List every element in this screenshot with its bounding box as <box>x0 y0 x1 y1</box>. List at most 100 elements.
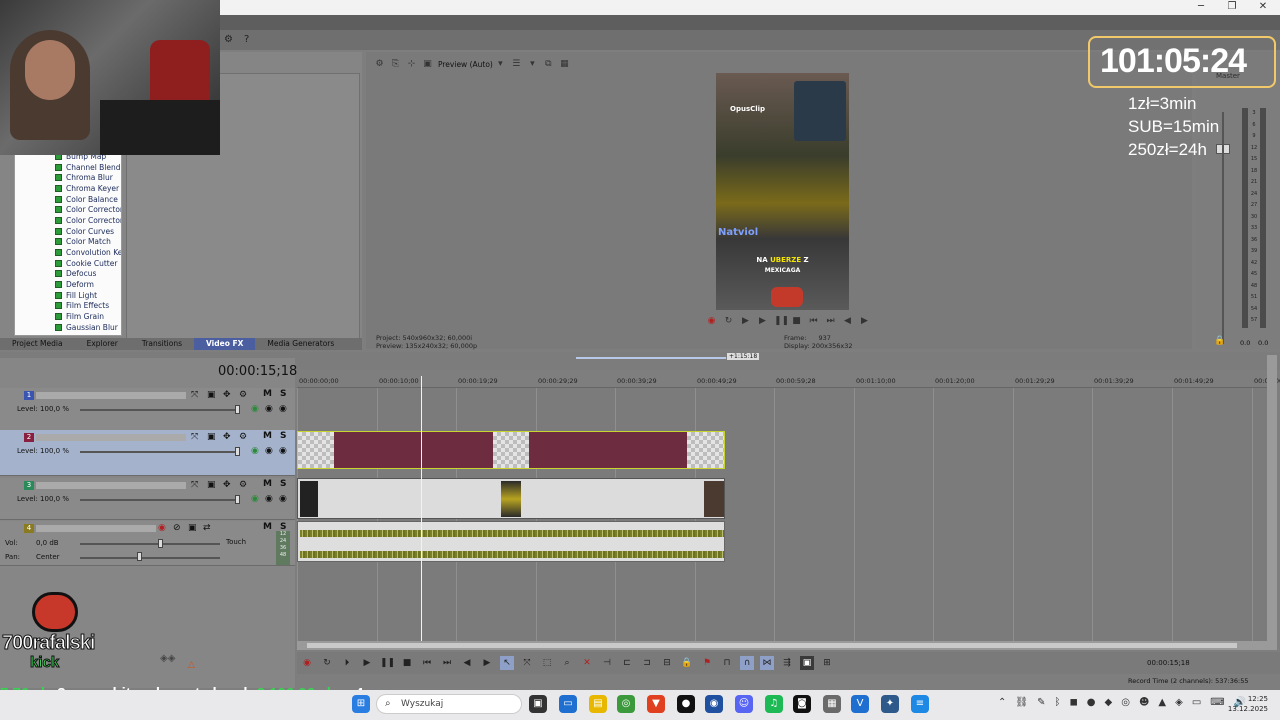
level-slider[interactable] <box>80 499 240 501</box>
minimize-button[interactable]: ─ <box>1186 0 1216 15</box>
track-name-field[interactable] <box>36 525 156 532</box>
level-handle[interactable] <box>235 405 240 414</box>
tray-app-icon[interactable]: ▲ <box>1158 697 1166 708</box>
fx-list-item[interactable]: Gaussian Blur <box>15 322 121 333</box>
fx-list-item[interactable]: Defocus <box>15 269 121 280</box>
bypass-icon[interactable]: ◉ <box>265 446 273 456</box>
fx-list-item[interactable]: Color Curves <box>15 226 121 237</box>
tray-app-icon[interactable]: ☻ <box>1139 697 1149 708</box>
zoom-bar[interactable] <box>576 357 726 359</box>
obs-icon[interactable]: ● <box>677 695 695 713</box>
help-icon[interactable]: ? <box>244 34 249 45</box>
automation-icon[interactable]: ✥ <box>223 432 231 442</box>
snapping-icon[interactable]: ∩ <box>740 656 754 670</box>
audio-track-header[interactable]: 4 ◉ ⊘ ▣ ⇄ M S Vol: 0,0 dB Touch Pan: Cen… <box>0 521 295 566</box>
track-motion-icon[interactable]: ⤧ <box>191 432 198 442</box>
scrub-control-icon[interactable]: ◈◈ <box>160 653 175 664</box>
vegas-icon[interactable]: V <box>851 695 869 713</box>
region-icon[interactable]: ⊓ <box>720 656 734 670</box>
solo-button[interactable]: S <box>280 431 286 441</box>
chrome-icon[interactable]: ◎ <box>617 695 635 713</box>
split-screen-icon[interactable]: ⊹ <box>406 59 417 70</box>
start-icon[interactable]: ⊞ <box>352 695 370 713</box>
pen-icon[interactable]: ✎ <box>1037 697 1045 708</box>
external-monitor-icon[interactable]: ⧉ <box>543 59 554 70</box>
streaming-app-icon[interactable]: ◙ <box>793 695 811 713</box>
spotify-icon[interactable]: ♫ <box>765 695 783 713</box>
tray-app-icon[interactable]: ● <box>1087 697 1096 708</box>
copy-frame-icon[interactable]: ⎘ <box>390 59 401 70</box>
track-motion-icon[interactable]: ⤧ <box>191 390 198 400</box>
automation-icon[interactable]: ✥ <box>223 390 231 400</box>
split-icon[interactable]: ⊟ <box>660 656 674 670</box>
network-icon[interactable]: ⌨ <box>1210 697 1224 708</box>
tab-media-generators[interactable]: Media Generators <box>255 338 346 350</box>
fx-icon[interactable]: ▣ <box>188 523 197 533</box>
mute-button[interactable]: M <box>263 522 272 532</box>
calculator-icon[interactable]: ▦ <box>823 695 841 713</box>
trim-start-icon[interactable]: ⊏ <box>620 656 634 670</box>
automation-mode[interactable]: Touch <box>226 538 246 546</box>
pause-icon[interactable]: ❚❚ <box>380 656 395 670</box>
discord-icon[interactable]: ☺ <box>735 695 753 713</box>
pan-handle[interactable] <box>137 552 142 561</box>
time-ruler[interactable]: 00:00:00;00 00:00:10;00 00:00:19;29 00:00:2… <box>297 370 1280 388</box>
next-frame-icon[interactable]: ▶ <box>859 316 870 327</box>
selection-tool-icon[interactable]: ⬚ <box>540 656 554 670</box>
level-slider[interactable] <box>80 409 240 411</box>
grid-icon[interactable]: ☰ <box>511 59 522 70</box>
clock[interactable]: 12:25 13.12.2025 <box>1226 694 1268 714</box>
fx-chain-icon[interactable]: ◉ <box>251 494 259 504</box>
video-track-header[interactable]: 2 ⤧ ▣ ✥ ⚙ M S Level: 100,0 % ◉ ◉ ◉ <box>0 430 295 476</box>
trim-icon[interactable]: ⊣ <box>600 656 614 670</box>
delete-icon[interactable]: ✕ <box>580 656 594 670</box>
level-slider[interactable] <box>80 451 240 453</box>
track-name-field[interactable] <box>36 482 186 489</box>
solo-button[interactable]: S <box>280 389 286 399</box>
scroll-thumb[interactable] <box>307 643 1237 648</box>
tab-explorer[interactable]: Explorer <box>75 338 130 350</box>
fx-list-item[interactable]: Chroma Keyer <box>15 183 121 194</box>
file-explorer-icon[interactable]: ▤ <box>589 695 607 713</box>
display-icon[interactable]: ▭ <box>1192 697 1201 708</box>
ignore-grouping-icon[interactable]: ⊞ <box>820 656 834 670</box>
bypass-icon[interactable]: ◉ <box>265 494 273 504</box>
chevron-down-icon[interactable]: ▾ <box>527 59 538 70</box>
brave-icon[interactable]: ▼ <box>647 695 665 713</box>
bluetooth-icon[interactable]: ᛒ <box>1054 697 1060 708</box>
fx-list-item[interactable]: Color Match <box>15 237 121 248</box>
play-from-start-icon[interactable]: ⏵ <box>340 656 354 670</box>
track-motion-icon[interactable]: ⤧ <box>191 480 198 490</box>
chevron-up-icon[interactable]: ⌃ <box>998 697 1006 708</box>
mute-button[interactable]: M <box>263 389 272 399</box>
marker-icon[interactable]: ⚑ <box>700 656 714 670</box>
timeline-area[interactable]: 00:00:00;00 00:00:10;00 00:00:19;29 00:00:2… <box>297 370 1280 642</box>
timeline-scrollbar[interactable] <box>297 641 1267 650</box>
video-track-header[interactable]: 3 ⤧ ▣ ✥ ⚙ M S Level: 100,0 % ◉ ◉ ◉ <box>0 478 295 520</box>
tab-project-media[interactable]: Project Media <box>0 338 75 350</box>
play-from-start-icon[interactable]: ▶ <box>740 316 751 327</box>
fx-chain-icon[interactable]: ◉ <box>251 404 259 414</box>
bypass-icon[interactable]: ◉ <box>265 404 273 414</box>
prev-frame-icon[interactable]: ◀ <box>842 316 853 327</box>
track2-clip[interactable] <box>297 431 725 469</box>
fx-list-item[interactable]: Film Effects <box>15 301 121 312</box>
ripple-edit-icon[interactable]: ⇶ <box>780 656 794 670</box>
invert-phase-icon[interactable]: ⊘ <box>173 523 181 533</box>
gear-icon[interactable]: ⚙ <box>224 34 233 45</box>
play-icon[interactable]: ▶ <box>360 656 374 670</box>
compositing-icon[interactable]: ▣ <box>207 432 216 442</box>
fx-list-item[interactable]: Chroma Blur <box>15 172 121 183</box>
next-frame-icon[interactable]: ▶ <box>480 656 494 670</box>
go-to-end-icon[interactable]: ⏭ <box>440 656 454 670</box>
gear-icon[interactable]: ⚙ <box>239 432 247 442</box>
mask-icon[interactable]: ◉ <box>279 404 287 414</box>
tray-app-icon[interactable]: ◈ <box>1175 697 1183 708</box>
mask-icon[interactable]: ◉ <box>279 494 287 504</box>
search-box[interactable]: ⌕ Wyszukaj <box>376 694 522 714</box>
gear-icon[interactable]: ⚙ <box>239 390 247 400</box>
record-icon[interactable]: ◉ <box>300 656 314 670</box>
maximize-button[interactable]: ❐ <box>1217 0 1247 15</box>
pan-slider[interactable] <box>80 557 220 559</box>
rate-indicator-icon[interactable]: △ <box>188 660 195 670</box>
